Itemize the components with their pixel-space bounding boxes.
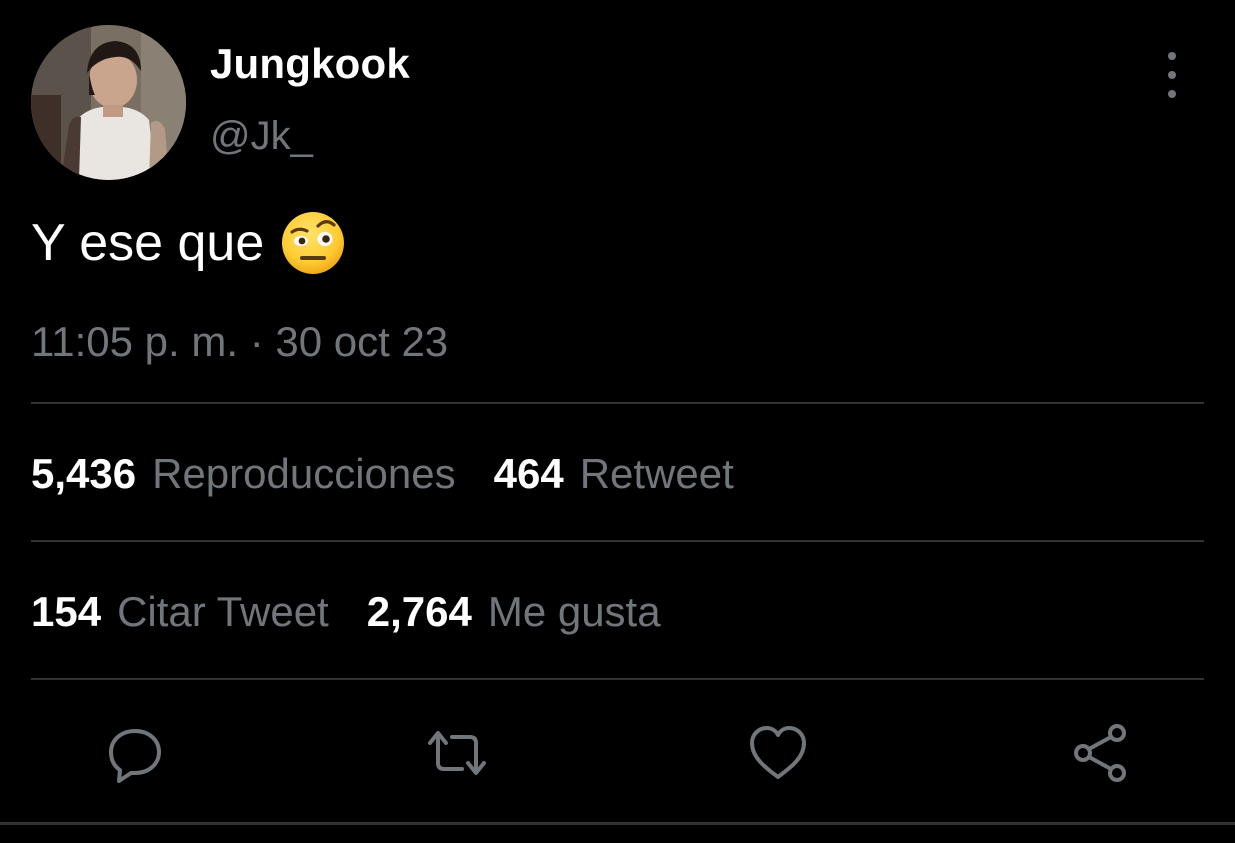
avatar[interactable] [31,25,186,180]
face-with-raised-eyebrow-icon [280,210,346,276]
share-button[interactable] [1066,718,1136,788]
more-options-button[interactable] [1150,52,1194,98]
tweet-actions-bar [0,718,1235,788]
stats-row-quotes-likes: 154 Citar Tweet 2,764 Me gusta [31,588,699,636]
reply-button[interactable] [100,718,170,788]
quotes-stat[interactable]: 154 Citar Tweet [31,588,329,636]
more-dot-icon [1168,52,1176,60]
likes-stat[interactable]: 2,764 Me gusta [367,588,661,636]
share-icon [1074,724,1126,782]
likes-label: Me gusta [487,588,661,635]
tweet-timestamp[interactable]: 11:05 p. m. · 30 oct 23 [31,318,448,366]
reply-icon [109,729,161,783]
quotes-count: 154 [31,588,102,635]
tweet-text: Y ese que [31,210,346,276]
views-label: Reproducciones [152,450,456,497]
retweets-count: 464 [493,450,564,497]
like-icon [750,726,806,779]
stats-row-views-retweets: 5,436 Reproducciones 464 Retweet [31,450,772,498]
views-count: 5,436 [31,450,137,497]
retweet-icon [428,731,486,775]
divider [31,678,1204,680]
author-handle[interactable]: @Jk_ [210,114,313,159]
retweets-label: Retweet [579,450,734,497]
divider [31,402,1204,404]
retweets-stat[interactable]: 464 Retweet [494,450,734,498]
tweet-text-content: Y ese que [31,214,265,272]
views-stat[interactable]: 5,436 Reproducciones [31,450,456,498]
like-button[interactable] [743,718,813,788]
tweet-detail: Jungkook @Jk_ Y ese que 11:05 p. m. · 30… [0,0,1235,843]
quotes-label: Citar Tweet [117,588,329,635]
avatar-photo [31,25,186,180]
timestamp-separator: · [249,318,264,365]
divider [31,540,1204,542]
more-dot-icon [1168,90,1176,98]
timestamp-time: 11:05 p. m. [31,318,239,365]
author-display-name[interactable]: Jungkook [210,40,410,88]
likes-count: 2,764 [366,588,472,635]
more-dot-icon [1168,71,1176,79]
retweet-button[interactable] [422,718,492,788]
timestamp-date: 30 oct 23 [275,318,449,365]
divider [0,822,1235,825]
